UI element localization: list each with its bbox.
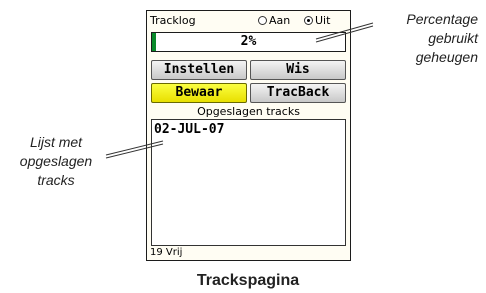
callout-line-right-1 [315, 22, 374, 40]
annotation-line: opgeslagen [19, 153, 93, 169]
callout-line-left-1 [105, 140, 164, 156]
callout-line-left-2 [105, 143, 164, 159]
figure-caption: Trackspagina [196, 272, 300, 289]
annotation-line: tracks [37, 172, 75, 188]
callout-line-right-2 [315, 25, 374, 43]
annotation-memory: Percentage gebruikt geheugen [372, 10, 478, 67]
annotation-line: Lijst met [29, 134, 83, 150]
annotation-line: gebruikt [428, 30, 478, 46]
annotation-line: geheugen [415, 49, 478, 65]
annotation-line: Percentage [406, 11, 478, 27]
annotation-tracks: Lijst met opgeslagen tracks [5, 133, 107, 190]
